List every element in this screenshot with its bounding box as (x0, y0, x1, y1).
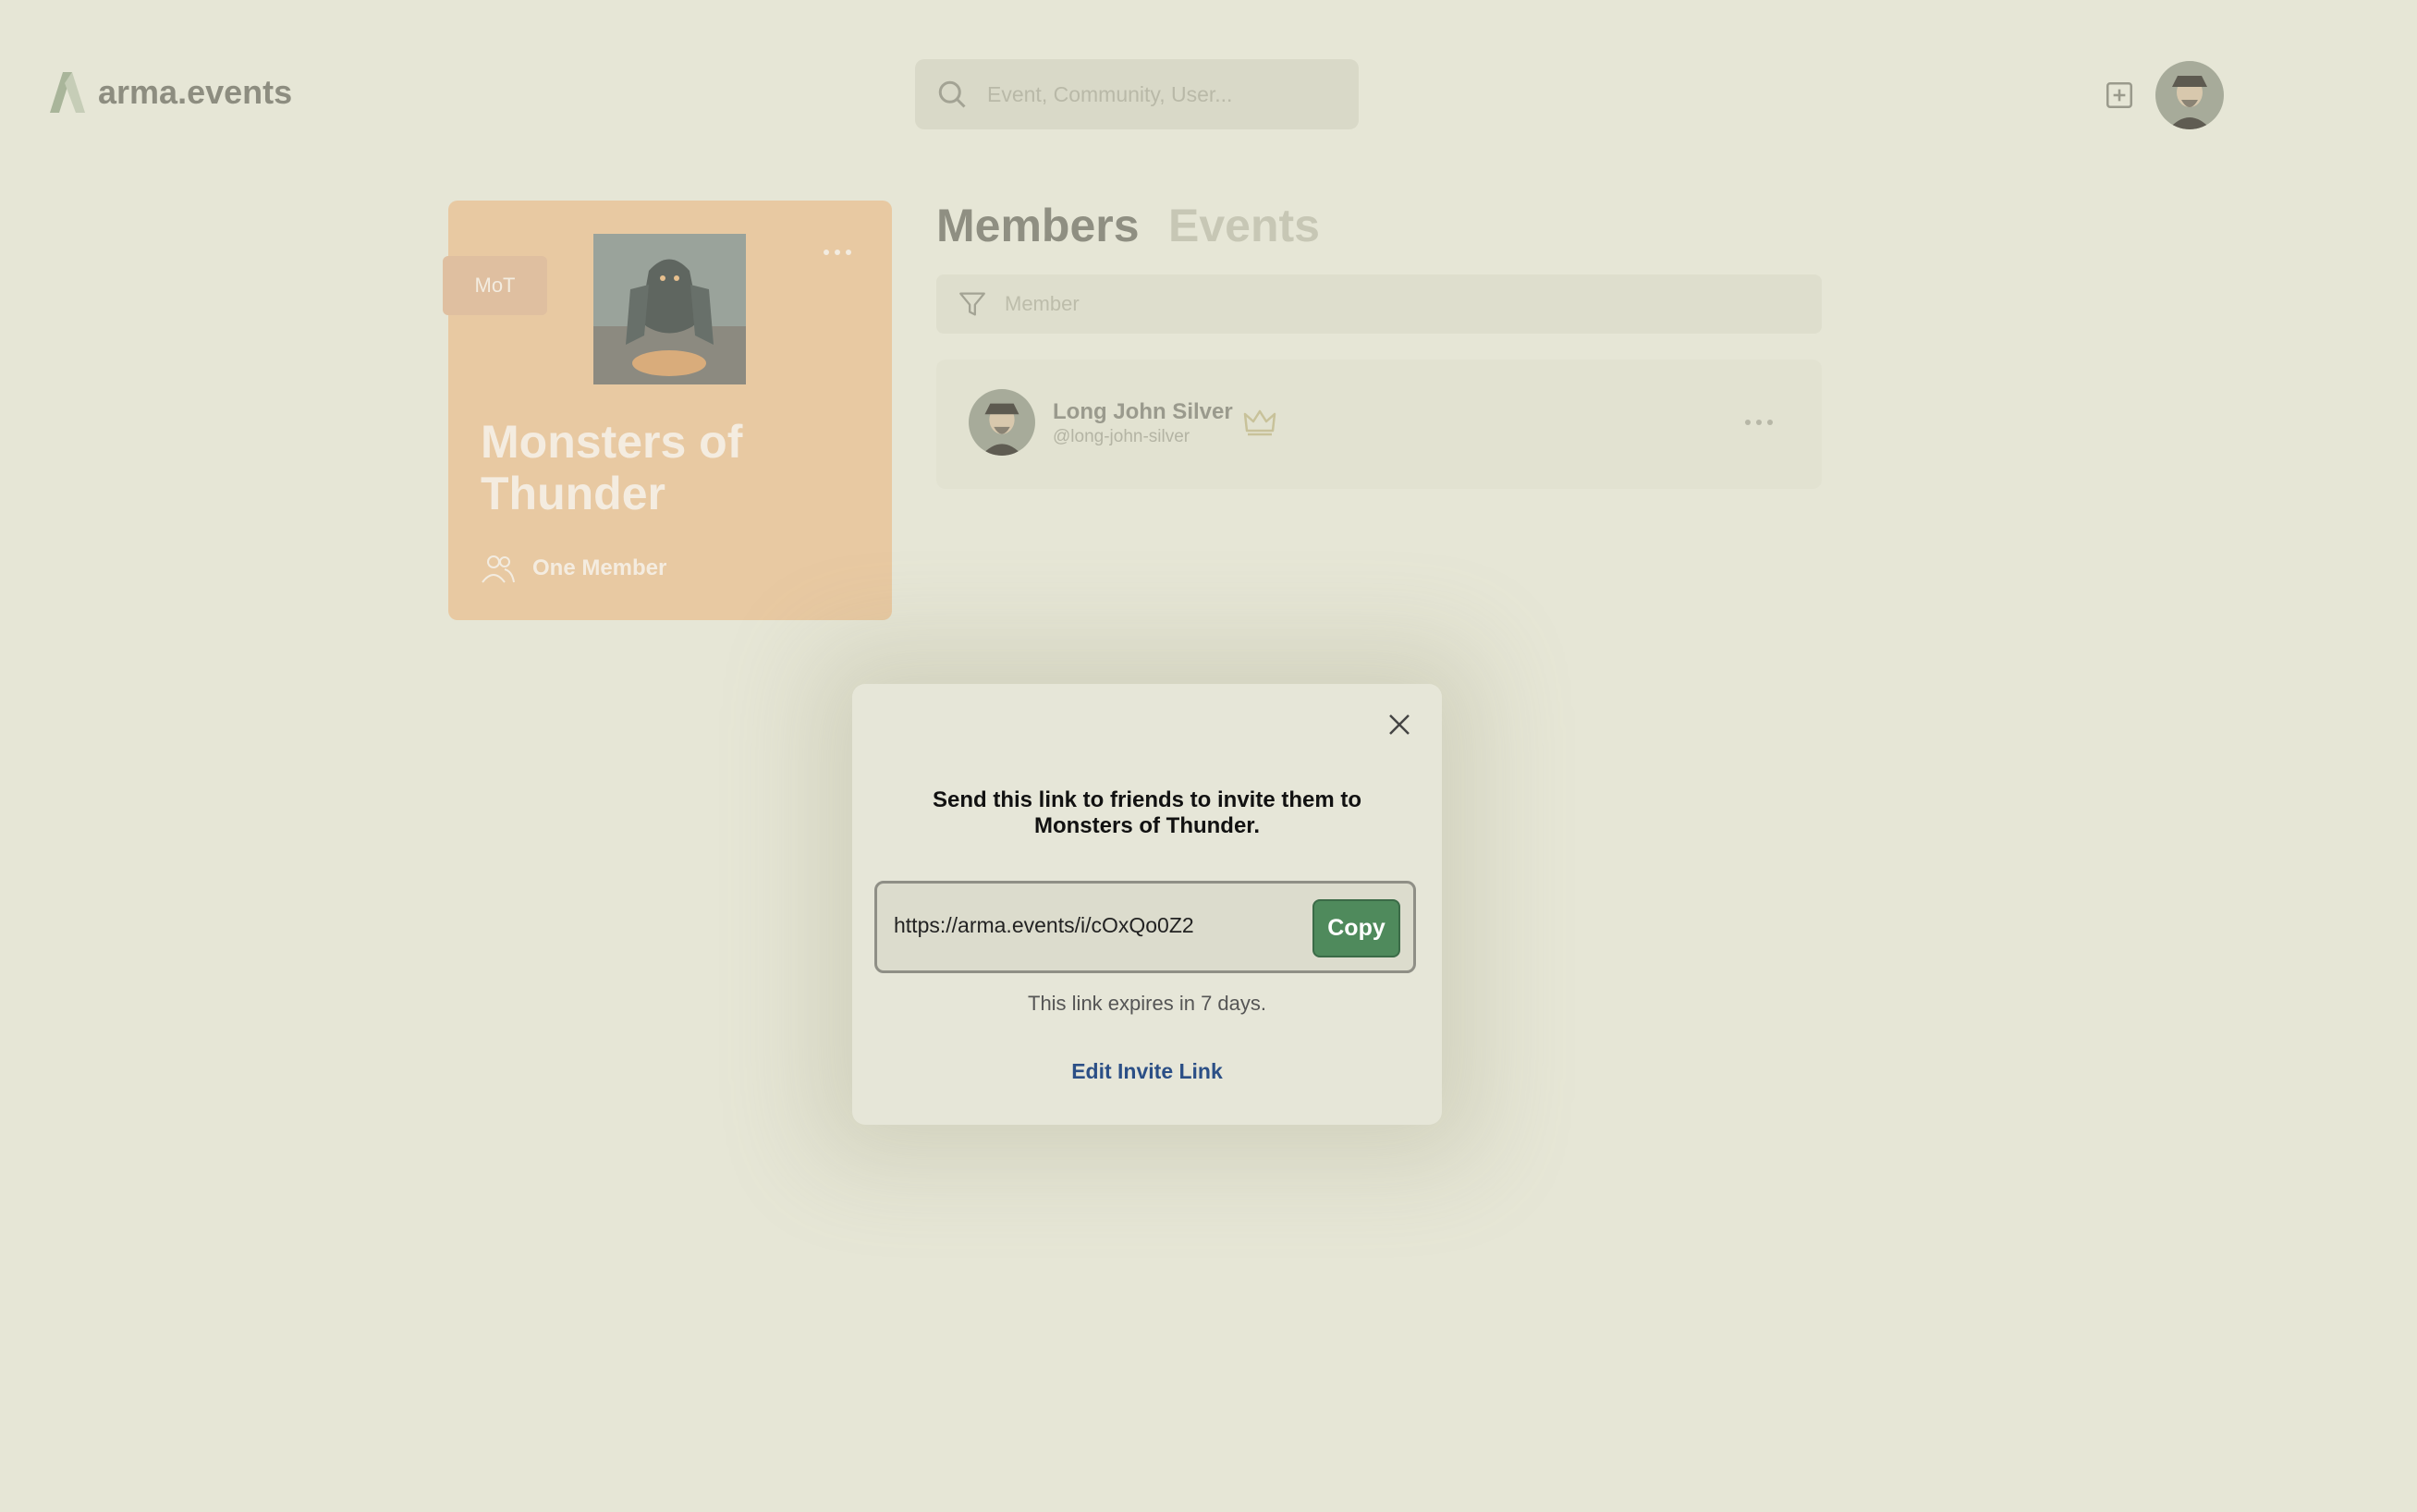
tab-members[interactable]: Members (936, 199, 1140, 252)
avatar-portrait-icon (969, 389, 1035, 456)
filter-icon (959, 292, 985, 316)
search-input[interactable] (985, 80, 1340, 108)
community-more-options-icon[interactable] (821, 242, 854, 262)
community-image (593, 234, 746, 384)
invite-link-text[interactable]: https://arma.events/i/cOxQo0Z2 (894, 913, 1194, 938)
search-bar[interactable] (915, 59, 1359, 129)
invite-modal-title: Send this link to friends to invite them… (932, 787, 1362, 838)
avatar-portrait-icon (2155, 61, 2224, 129)
close-icon[interactable] (1386, 712, 1412, 738)
member-avatar[interactable] (969, 389, 1035, 456)
community-name: Monsters of Thunder (481, 416, 743, 519)
community-member-count: One Member (481, 553, 666, 584)
member-filter[interactable] (936, 274, 1822, 334)
logo-mark-icon (50, 72, 85, 113)
crown-icon (1243, 409, 1276, 436)
edit-invite-link[interactable]: Edit Invite Link (852, 1059, 1442, 1084)
member-count-label: One Member (532, 555, 667, 580)
user-avatar[interactable] (2155, 61, 2224, 129)
page: arma.events MoT (0, 0, 2417, 1512)
member-filter-input[interactable] (1003, 291, 1746, 317)
community-abbreviation-badge: MoT (443, 256, 547, 315)
members-icon (482, 555, 515, 583)
tab-events[interactable]: Events (1168, 199, 1320, 252)
member-more-options-icon[interactable] (1743, 415, 1775, 430)
app-logo[interactable]: arma.events (48, 72, 292, 113)
link-expiry-text: This link expires in 7 days. (1028, 992, 1266, 1015)
member-handle: @long-john-silver (1053, 427, 1190, 446)
copy-button[interactable]: Copy (1312, 899, 1400, 957)
member-name[interactable]: Long John Silver (1053, 399, 1233, 425)
create-icon[interactable] (2104, 79, 2135, 111)
search-icon (938, 80, 966, 108)
logo-text: arma.events (98, 73, 293, 111)
